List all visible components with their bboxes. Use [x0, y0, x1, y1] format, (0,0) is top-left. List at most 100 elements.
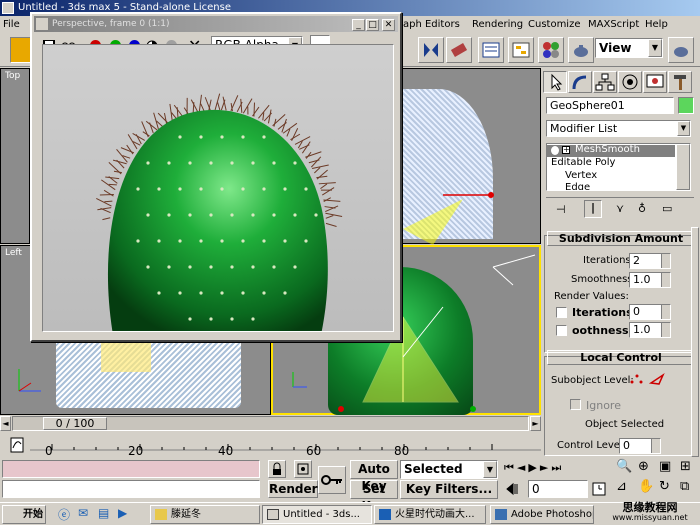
- go-to-end-icon[interactable]: ⏭: [551, 461, 564, 474]
- schematic-view-button[interactable]: [508, 37, 534, 63]
- key-filter-selection-dropdown[interactable]: Selected ▼: [400, 460, 498, 479]
- close-button[interactable]: ✕: [382, 19, 395, 31]
- maximize-viewport-icon[interactable]: ⧉: [680, 479, 689, 494]
- material-editor-button[interactable]: [538, 37, 564, 63]
- show-end-result-button[interactable]: |: [584, 200, 602, 218]
- utilities-tab[interactable]: [668, 71, 692, 93]
- display-tab[interactable]: [643, 71, 667, 93]
- vertex-level-icon[interactable]: [629, 372, 643, 386]
- render-iterations-checkbox[interactable]: [556, 307, 567, 318]
- menu-help[interactable]: Help: [645, 16, 668, 33]
- mini-curve-editor-icon[interactable]: [10, 436, 24, 454]
- areole: [157, 291, 161, 295]
- modifier-list-dropdown[interactable]: Modifier List ▼: [546, 120, 691, 137]
- render-values-label: Render Values:: [554, 291, 629, 302]
- render-scene-button[interactable]: [568, 37, 594, 63]
- maximize-button[interactable]: □: [366, 19, 379, 31]
- zoom-icon[interactable]: 🔍: [616, 459, 632, 474]
- areole: [220, 187, 224, 191]
- task-button-photoshop[interactable]: Adobe Photoshop: [490, 505, 594, 524]
- pin-stack-icon[interactable]: ⊣: [556, 203, 566, 216]
- key-mode-toggle-icon[interactable]: [505, 482, 525, 496]
- object-name-field[interactable]: GeoSphere01: [546, 97, 674, 114]
- media-player-icon[interactable]: ▶: [118, 506, 127, 520]
- arc-rotate-icon[interactable]: ↻: [659, 479, 670, 494]
- motion-tab[interactable]: [618, 71, 642, 93]
- view-dropdown[interactable]: View ▼: [595, 38, 663, 58]
- modify-tab[interactable]: [568, 71, 592, 93]
- configure-modifier-sets-icon[interactable]: ▭: [662, 202, 672, 215]
- minimize-button[interactable]: _: [352, 19, 365, 31]
- track-bar[interactable]: 0 20 40 60 80: [0, 432, 541, 458]
- time-slider-prev-button[interactable]: ◄: [0, 416, 11, 431]
- stack-item-meshsmooth[interactable]: + MeshSmooth: [547, 144, 675, 157]
- internet-explorer-icon[interactable]: ⓔ: [58, 506, 70, 523]
- go-to-start-icon[interactable]: ⏮: [504, 461, 517, 474]
- subdivision-amount-header[interactable]: Subdivision Amount: [547, 231, 695, 246]
- auto-key-button[interactable]: Auto Key: [350, 460, 398, 493]
- menu-rendering[interactable]: Rendering: [472, 16, 523, 33]
- menu-graph-editors[interactable]: aph Editors: [403, 16, 460, 33]
- prompt-line[interactable]: [2, 480, 260, 498]
- stack-item-vertex[interactable]: Vertex: [565, 170, 597, 181]
- render-button[interactable]: Render: [268, 480, 318, 498]
- spine: [183, 107, 189, 115]
- desktop-icon[interactable]: ▤: [98, 506, 109, 520]
- render-smoothness-checkbox[interactable]: [556, 325, 567, 336]
- lock-selection-button[interactable]: [268, 460, 286, 478]
- menu-file[interactable]: File: [3, 16, 20, 33]
- edge-level-icon[interactable]: [649, 372, 665, 386]
- iterations-spinner[interactable]: 2: [629, 253, 671, 269]
- pan-icon[interactable]: ✋: [638, 479, 654, 494]
- stack-item-edge[interactable]: Edge: [565, 182, 591, 191]
- smoothness-spinner[interactable]: 1.0: [629, 272, 671, 288]
- maxscript-listener-mini[interactable]: [2, 460, 260, 478]
- field-of-view-icon[interactable]: ⊿: [616, 479, 627, 494]
- local-control-header[interactable]: Local Control: [547, 350, 695, 365]
- render-smoothness-spinner[interactable]: 1.0: [629, 322, 671, 338]
- zoom-extents-all-icon[interactable]: ⊞: [680, 459, 691, 474]
- areole: [262, 135, 266, 139]
- stack-item-label: Edge: [565, 182, 591, 191]
- quick-render-button[interactable]: [668, 37, 694, 63]
- align-button[interactable]: [446, 37, 472, 63]
- mirror-button[interactable]: [418, 37, 444, 63]
- menu-customize[interactable]: Customize: [528, 16, 581, 33]
- task-button-folder[interactable]: 滕延冬: [150, 505, 260, 524]
- stack-scrollbar[interactable]: [676, 144, 690, 190]
- time-slider-track[interactable]: 0 / 100: [12, 416, 529, 431]
- make-unique-icon[interactable]: ⋎: [616, 202, 624, 215]
- subobject-level-label: Subobject Level:: [551, 375, 634, 386]
- task-button-3dsmax[interactable]: Untitled - 3ds...: [262, 505, 372, 524]
- current-frame-field[interactable]: 0: [528, 480, 588, 498]
- next-frame-icon[interactable]: ►: [540, 461, 551, 474]
- task-button-browser[interactable]: 火星时代动画大...: [374, 505, 486, 524]
- ignore-backfacing-checkbox[interactable]: [570, 399, 581, 410]
- hierarchy-tab[interactable]: [593, 71, 617, 93]
- zoom-extents-icon[interactable]: ▣: [659, 459, 671, 474]
- time-configuration-icon[interactable]: [592, 482, 606, 496]
- key-filters-button[interactable]: Key Filters...: [400, 480, 498, 499]
- absolute-mode-button[interactable]: [294, 460, 312, 478]
- object-color-swatch[interactable]: [678, 97, 694, 114]
- time-slider-thumb[interactable]: 0 / 100: [43, 417, 107, 430]
- viewport-front[interactable]: [402, 68, 541, 245]
- spine: [120, 147, 135, 154]
- render-iterations-spinner[interactable]: 0: [629, 304, 671, 320]
- time-slider-next-button[interactable]: ►: [530, 416, 541, 431]
- stack-item-editable-poly[interactable]: Editable Poly: [551, 157, 615, 168]
- track-view-button[interactable]: [478, 37, 504, 63]
- remove-modifier-icon[interactable]: ♁: [638, 202, 646, 215]
- viewport-top[interactable]: Top: [0, 68, 30, 244]
- previous-frame-icon[interactable]: ◄: [517, 461, 528, 474]
- menu-maxscript[interactable]: MAXScript: [588, 16, 639, 33]
- set-key-button[interactable]: Set Key: [350, 480, 398, 513]
- command-panel-scrollbar[interactable]: [691, 227, 699, 457]
- start-button[interactable]: 开始: [2, 505, 46, 524]
- create-tab[interactable]: [543, 71, 567, 93]
- set-key-mode-button[interactable]: [318, 466, 346, 494]
- outlook-icon[interactable]: ✉: [78, 506, 88, 520]
- zoom-all-icon[interactable]: ⊕: [638, 459, 649, 474]
- control-level-spinner[interactable]: 0: [619, 438, 661, 454]
- play-icon[interactable]: ▶: [528, 461, 539, 474]
